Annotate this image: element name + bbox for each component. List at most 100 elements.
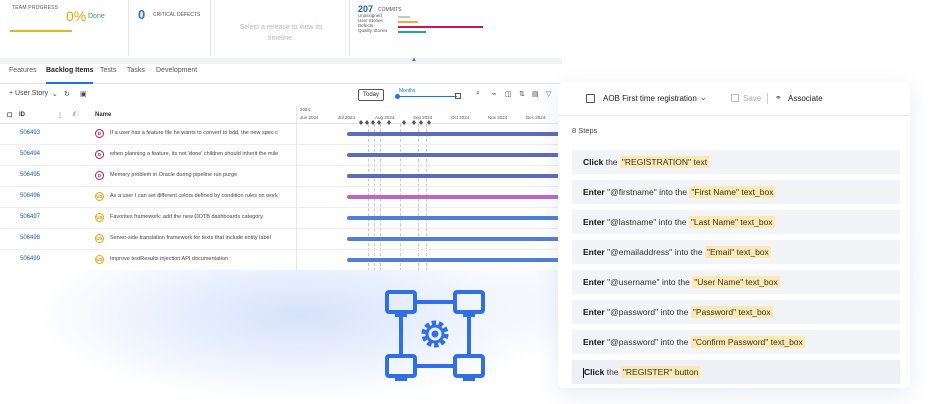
sort-icon[interactable]: ⇅: [519, 90, 525, 98]
timeline-zoom-slider[interactable]: Months: [387, 88, 463, 101]
table-row[interactable]: 506497 US Favorites framework: add the new…: [0, 208, 562, 229]
grid-toolbar: + User Story ⌄ ↻ ▣ Today Months ⌕ ⌁ ◫ ⇅ …: [0, 85, 562, 105]
collapse-caret-icon[interactable]: ▲: [411, 57, 417, 63]
column-pin-icon[interactable]: ⫽ ⋮: [73, 112, 79, 119]
row-id-link[interactable]: 506496: [20, 193, 40, 199]
critical-defects-card[interactable]: 0 CRITICAL DEFECTS: [129, 0, 211, 56]
test-step[interactable]: Click the "REGISTER" button: [572, 360, 900, 384]
step-verb: Click: [583, 157, 604, 167]
row-name[interactable]: As a user I can set different colors def…: [110, 193, 294, 199]
commits-card[interactable]: 207 COMMITS Unassigned User Stories Defect…: [350, 0, 562, 56]
row-name[interactable]: Server-side translation framework for te…: [110, 235, 294, 241]
gantt-bar[interactable]: [347, 237, 562, 241]
team-progress-card[interactable]: TEAM PROGRESS 0% Done: [0, 0, 129, 56]
step-target-kind: text_box: [740, 217, 773, 227]
link-icon[interactable]: ⌁: [492, 90, 496, 98]
tab-tests[interactable]: Tests: [100, 67, 116, 84]
gantt-month: Dec 2024: [526, 115, 546, 120]
column-name[interactable]: Name: [95, 112, 111, 118]
link-icon: ⚭: [775, 93, 782, 102]
release-prompt: Select a release to view its timeline.: [239, 24, 323, 42]
refresh-icon[interactable]: ↻: [64, 90, 70, 98]
table-row[interactable]: 506498 US Server-side translation framewor…: [0, 229, 562, 250]
zoom-handle[interactable]: [395, 94, 400, 99]
gantt-bar[interactable]: [347, 132, 562, 136]
row-id-link[interactable]: 506493: [20, 130, 40, 136]
column-menu-icon[interactable]: ⋮: [57, 112, 63, 119]
tab-backlog-items[interactable]: Backlog Items: [46, 67, 94, 84]
test-step[interactable]: Enter "@emailaddress" into the "Email" t…: [572, 240, 900, 264]
gantt-month: Oct 2024: [451, 115, 470, 120]
table-row[interactable]: 506499 US Improve testResults injection AP…: [0, 250, 562, 270]
step-verb: Click: [584, 367, 605, 377]
grid-settings-icon[interactable]: ▣: [80, 90, 87, 98]
step-target-name: "Email": [706, 247, 735, 257]
tab-development[interactable]: Development: [156, 67, 197, 84]
today-button[interactable]: Today: [358, 89, 384, 101]
search-icon[interactable]: ⌕: [476, 90, 480, 98]
chevron-down-icon[interactable]: ⌄: [700, 93, 707, 102]
gantt-bar[interactable]: [347, 153, 562, 157]
new-user-story-button[interactable]: + User Story: [9, 90, 48, 97]
step-target-kind: text_box: [736, 247, 769, 257]
table-row[interactable]: 506495 D Memory problem in Oracle during p…: [0, 166, 562, 187]
step-target-name: "Last Name": [690, 217, 739, 227]
row-id-link[interactable]: 506499: [20, 256, 40, 262]
test-step[interactable]: Enter "@password" into the "Confirm Pass…: [572, 330, 900, 354]
team-progress-label: TEAM PROGRESS: [12, 5, 59, 11]
step-target-name: "First Name": [691, 187, 739, 197]
associate-button[interactable]: Associate: [788, 94, 823, 103]
step-target-kind: text_box: [741, 187, 774, 197]
test-step[interactable]: Enter "@username" into the "User Name" t…: [572, 270, 900, 294]
test-step[interactable]: Enter "@firstname" into the "First Name"…: [572, 180, 900, 204]
row-name[interactable]: Favorites framework: add the new OOTB da…: [110, 214, 294, 220]
table-row[interactable]: 506494 Dwhen planning a feature, its not …: [0, 145, 562, 166]
gantt-bar[interactable]: [347, 258, 562, 262]
test-steps-panel: AOB First time registration ⌄ Save ⚭ Ass…: [558, 82, 910, 388]
save-icon: [731, 94, 739, 102]
group-icon[interactable]: ▤: [532, 90, 539, 98]
row-id-link[interactable]: 506495: [20, 172, 40, 178]
filter-icon[interactable]: ▽: [546, 90, 551, 98]
step-target-kind: text_box: [738, 307, 771, 317]
commit-category-bar: [398, 16, 410, 18]
test-header: AOB First time registration ⌄ Save ⚭ Ass…: [558, 82, 910, 116]
step-value: "@password": [607, 337, 659, 347]
gantt-month: Jul 2024: [338, 115, 356, 120]
row-name[interactable]: If a user has a feature file he wants to…: [110, 130, 294, 136]
user-story-badge: US: [95, 192, 104, 201]
table-row[interactable]: 506496 US As a user I can set different co…: [0, 187, 562, 208]
test-step[interactable]: Enter "@password" into the "Password" te…: [572, 300, 900, 324]
step-connector: into the: [674, 247, 703, 257]
zoom-end-icon: [455, 93, 461, 99]
row-name[interactable]: Improve testResults injection API docume…: [110, 256, 294, 262]
save-button[interactable]: Save: [743, 94, 761, 103]
step-target-name: "Password": [692, 307, 737, 317]
tab-features[interactable]: Features: [9, 67, 37, 84]
row-id-link[interactable]: 506494: [20, 151, 40, 157]
select-all-checkbox[interactable]: ☐: [7, 112, 12, 119]
tab-tasks[interactable]: Tasks: [127, 67, 145, 84]
gantt-cell: [296, 187, 562, 208]
defect-badge: D: [95, 129, 104, 138]
release-timeline-card[interactable]: Select a release to view its timeline.: [211, 0, 350, 56]
new-item-dropdown-icon[interactable]: ⌄: [52, 90, 58, 98]
workflow-integration-icon: [385, 290, 485, 381]
gantt-cell: [296, 229, 562, 250]
step-verb: Enter: [583, 277, 605, 287]
row-name[interactable]: when planning a feature, its not 'done' …: [110, 151, 294, 157]
row-id-link[interactable]: 506497: [20, 214, 40, 220]
step-value: "@password": [607, 307, 659, 317]
column-id[interactable]: ID: [19, 112, 25, 118]
gantt-bar[interactable]: [347, 174, 562, 178]
gantt-bar[interactable]: [347, 216, 562, 220]
table-row[interactable]: 506493 D If a user has a feature file he w…: [0, 124, 562, 145]
gantt-bar[interactable]: [347, 195, 562, 199]
row-id-link[interactable]: 506498: [20, 235, 40, 241]
test-step[interactable]: Click the "REGISTRATION" text: [572, 150, 900, 174]
step-connector: the: [605, 157, 618, 167]
row-name[interactable]: Memory problem in Oracle during pipeline…: [110, 172, 294, 178]
test-title[interactable]: AOB First time registration: [603, 94, 697, 103]
test-step[interactable]: Enter "@lastname" into the "Last Name" t…: [572, 210, 900, 234]
columns-icon[interactable]: ◫: [505, 90, 512, 98]
